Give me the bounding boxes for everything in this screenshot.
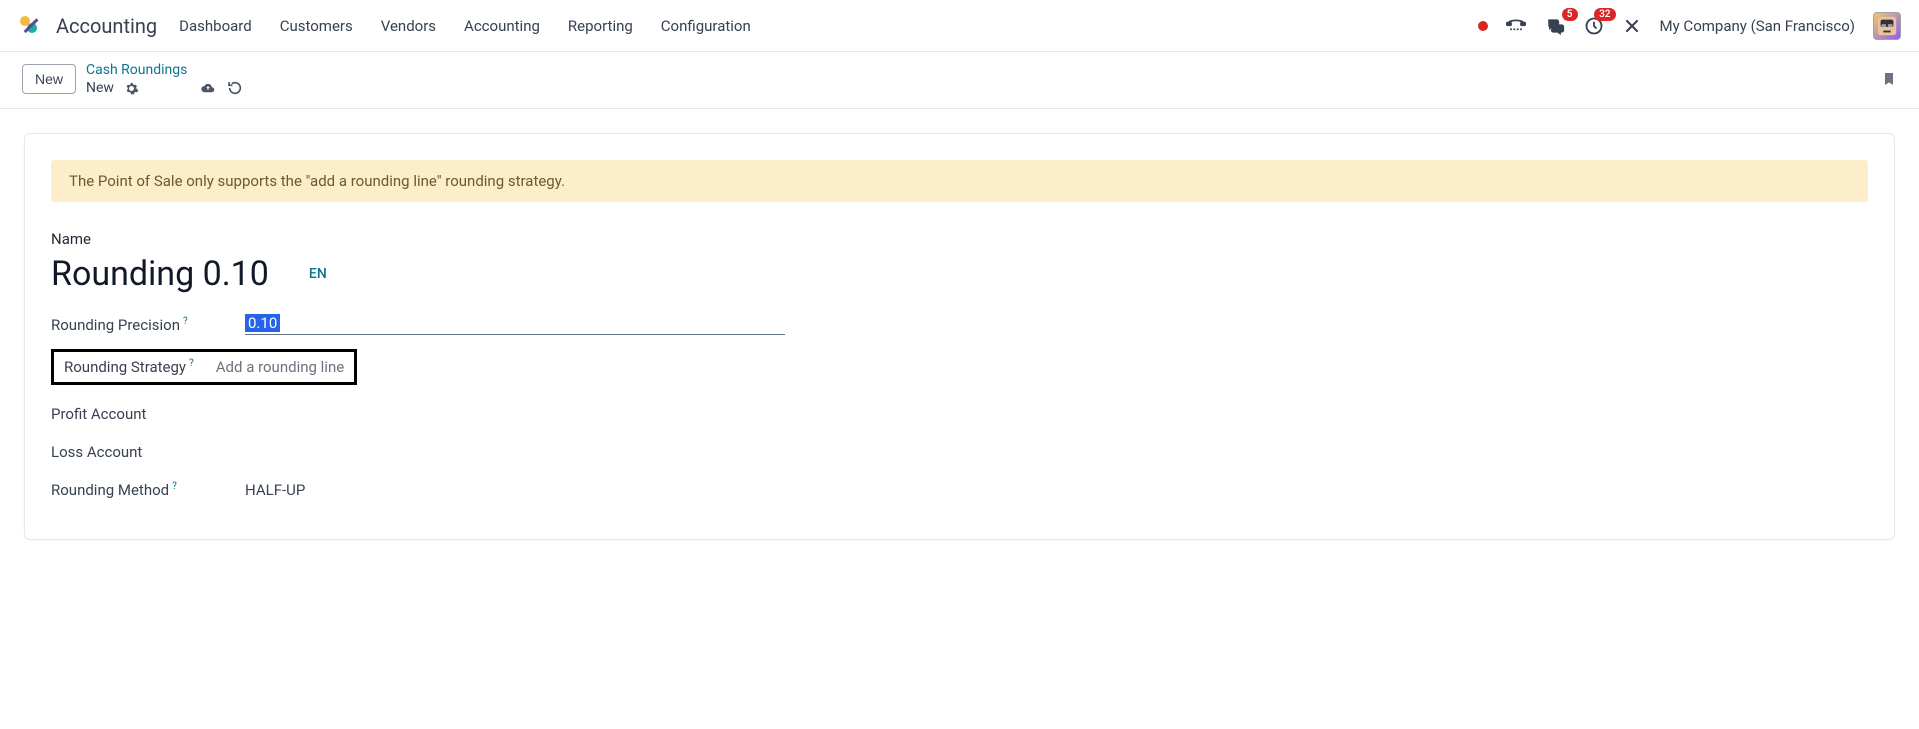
help-icon[interactable]: ? <box>189 358 194 369</box>
messages-icon[interactable]: 5 <box>1544 16 1566 36</box>
nav-vendors[interactable]: Vendors <box>381 17 436 35</box>
bookmark-icon[interactable] <box>1881 69 1897 89</box>
activities-icon[interactable]: 32 <box>1584 16 1604 36</box>
phone-icon[interactable] <box>1506 16 1526 36</box>
precision-row: Rounding Precision ? 0.10 <box>51 314 1868 335</box>
nav-reporting[interactable]: Reporting <box>568 17 633 35</box>
precision-input[interactable]: 0.10 <box>245 314 785 335</box>
nav-customers[interactable]: Customers <box>280 17 353 35</box>
discard-icon[interactable] <box>227 80 243 96</box>
strategy-label: Rounding Strategy ? <box>64 358 194 376</box>
messages-badge: 5 <box>1562 8 1578 21</box>
breadcrumb-parent[interactable]: Cash Roundings <box>86 62 243 78</box>
strategy-select[interactable]: Add a rounding line <box>216 358 344 376</box>
nav-accounting[interactable]: Accounting <box>464 17 540 35</box>
company-selector[interactable]: My Company (San Francisco) <box>1660 17 1855 35</box>
user-avatar[interactable] <box>1873 12 1901 40</box>
app-brand[interactable]: Accounting <box>56 14 157 38</box>
app-logo[interactable] <box>18 14 42 38</box>
topbar-right: 5 32 My Company (San Francisco) <box>1478 12 1901 40</box>
gear-icon[interactable] <box>124 81 139 96</box>
breadcrumb: Cash Roundings New <box>86 62 243 96</box>
loss-label: Loss Account <box>51 443 221 461</box>
help-icon[interactable]: ? <box>172 481 177 492</box>
new-button[interactable]: New <box>22 64 76 94</box>
nav-dashboard[interactable]: Dashboard <box>179 17 252 35</box>
loss-row: Loss Account <box>51 443 1868 461</box>
profit-label: Profit Account <box>51 405 221 423</box>
content-area: The Point of Sale only supports the "add… <box>0 109 1919 564</box>
method-label: Rounding Method ? <box>51 481 221 499</box>
alert-banner: The Point of Sale only supports the "add… <box>51 160 1868 202</box>
activities-badge: 32 <box>1594 8 1615 21</box>
name-label: Name <box>51 230 1868 248</box>
method-row: Rounding Method ? HALF-UP <box>51 481 1868 499</box>
main-nav: Dashboard Customers Vendors Accounting R… <box>179 17 751 35</box>
control-panel: New Cash Roundings New <box>0 52 1919 109</box>
language-badge[interactable]: EN <box>309 266 327 282</box>
name-field: Name Rounding 0.10 EN <box>51 230 1868 294</box>
strategy-row-highlighted: Rounding Strategy ? Add a rounding line <box>51 349 357 385</box>
recording-indicator-icon <box>1478 21 1488 31</box>
nav-configuration[interactable]: Configuration <box>661 17 751 35</box>
precision-value: 0.10 <box>245 314 280 332</box>
profit-row: Profit Account <box>51 405 1868 423</box>
tools-icon[interactable] <box>1622 16 1642 36</box>
name-input[interactable]: Rounding 0.10 <box>51 254 269 294</box>
breadcrumb-current: New <box>86 80 114 96</box>
form-card: The Point of Sale only supports the "add… <box>24 133 1895 540</box>
cloud-save-icon[interactable] <box>199 81 217 96</box>
help-icon[interactable]: ? <box>183 316 188 327</box>
method-select[interactable]: HALF-UP <box>245 481 305 499</box>
precision-label: Rounding Precision ? <box>51 316 221 334</box>
topbar: Accounting Dashboard Customers Vendors A… <box>0 0 1919 52</box>
